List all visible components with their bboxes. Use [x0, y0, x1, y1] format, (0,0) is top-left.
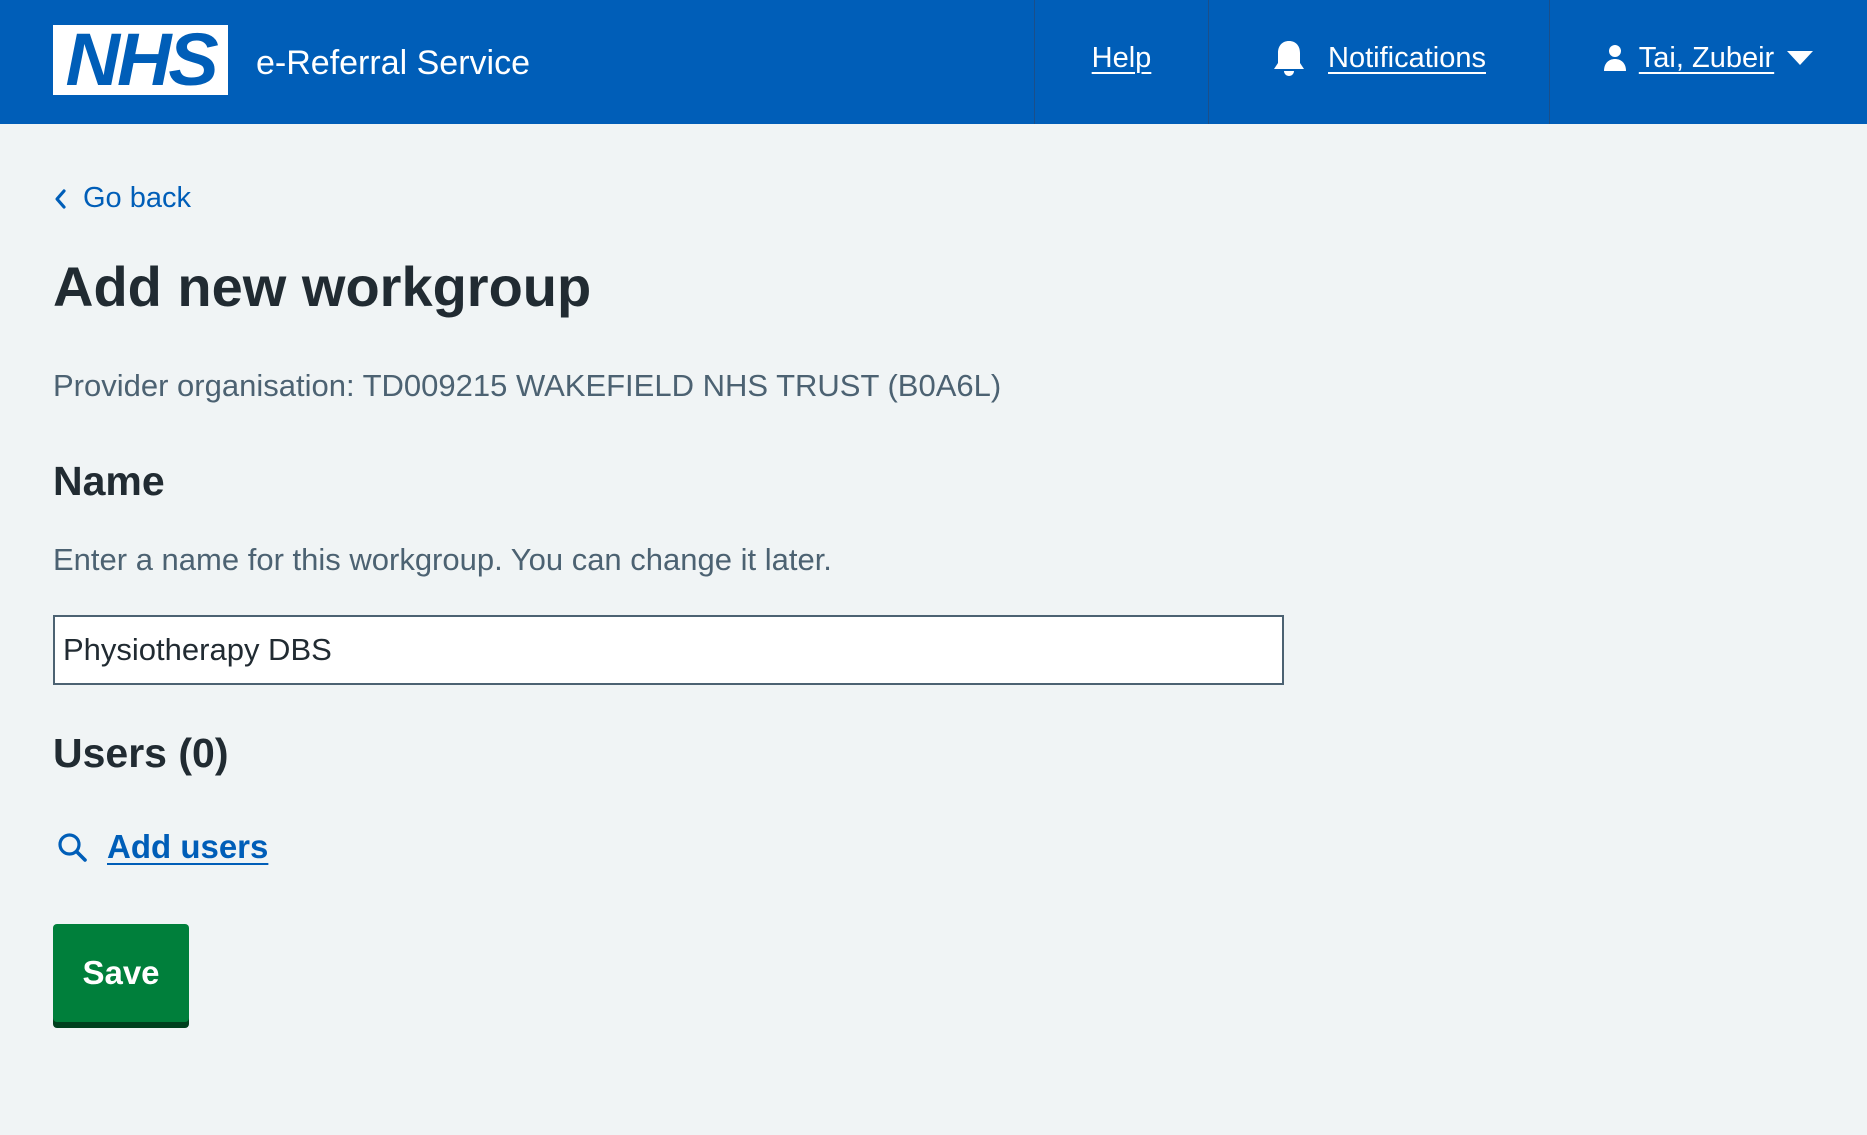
- help-link[interactable]: Help: [1092, 42, 1152, 75]
- nhs-logo-text: NHS: [65, 18, 218, 101]
- name-hint: Enter a name for this workgroup. You can…: [53, 542, 832, 577]
- nhs-logo[interactable]: NHS: [53, 18, 228, 101]
- workgroup-name-input[interactable]: [53, 615, 1284, 685]
- nav-user-menu[interactable]: Tai, Zubeir: [1549, 0, 1867, 124]
- add-users-action[interactable]: Add users: [57, 828, 268, 866]
- nav-notifications: Notifications: [1208, 0, 1549, 124]
- page-title: Add new workgroup: [53, 255, 592, 318]
- site-header: NHS e-Referral Service Help Notification…: [0, 0, 1867, 124]
- service-name: e-Referral Service: [256, 43, 530, 82]
- notifications-link[interactable]: Notifications: [1328, 42, 1486, 75]
- person-icon: [1603, 45, 1626, 71]
- chevron-left-icon: [55, 188, 66, 209]
- caret-down-icon[interactable]: [1786, 49, 1814, 67]
- go-back-label: Go back: [83, 182, 191, 214]
- go-back-link[interactable]: Go back: [53, 182, 191, 215]
- bell-icon: [1274, 41, 1305, 76]
- nav-help: Help: [1034, 0, 1208, 124]
- brand: NHS e-Referral Service: [0, 0, 1034, 124]
- users-heading: Users (0): [53, 730, 229, 776]
- search-icon: [58, 833, 87, 862]
- add-users-link[interactable]: Add users: [107, 828, 268, 866]
- provider-organisation: Provider organisation: TD009215 WAKEFIEL…: [53, 368, 1002, 403]
- name-label: Name: [53, 458, 165, 504]
- save-button[interactable]: Save: [53, 924, 189, 1022]
- user-menu-link[interactable]: Tai, Zubeir: [1639, 42, 1774, 75]
